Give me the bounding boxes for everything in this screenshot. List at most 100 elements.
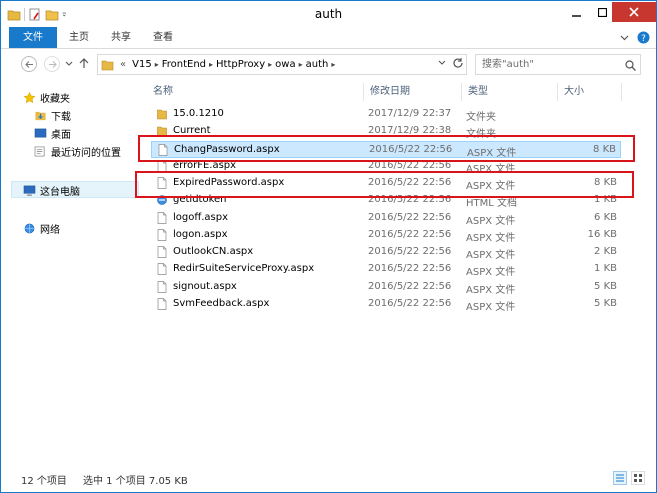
- breadcrumb-overflow[interactable]: «: [120, 59, 126, 70]
- search-input[interactable]: 搜索"auth": [475, 54, 641, 75]
- file-name: OutlookCN.aspx: [173, 246, 254, 257]
- sidebar-item-this-pc[interactable]: 这台电脑: [23, 182, 80, 198]
- minimize-icon: [572, 14, 581, 17]
- file-date: 2017/12/9 22:37: [368, 108, 452, 119]
- file-type: 文件夹: [466, 112, 496, 123]
- address-row: « V15 ▸ FrontEnd ▸ HttpProxy ▸ owa ▸ auth ▸ 搜…: [1, 49, 656, 79]
- file-name: logoff.aspx: [173, 211, 229, 223]
- address-dropdown-icon[interactable]: [438, 60, 446, 66]
- file-size: 2 KB: [594, 246, 617, 257]
- tab-share[interactable]: 共享: [101, 27, 141, 48]
- help-icon[interactable]: ?: [637, 31, 650, 44]
- file-type: ASPX 文件: [466, 267, 516, 279]
- status-selection: 选中 1 个项目 7.05 KB: [83, 476, 188, 487]
- file-row[interactable]: logoff.aspx 2016/5/22 22:56 ASPX 文件 6 KB: [151, 210, 621, 227]
- arrow-left-icon: [24, 60, 33, 68]
- file-date: 2016/5/22 22:56: [368, 280, 452, 292]
- arrow-right-icon: [48, 60, 57, 68]
- file-type: ASPX 文件: [466, 232, 516, 244]
- breadcrumb-separator-icon[interactable]: ▸: [209, 60, 213, 69]
- highlight-box-changpassword: [138, 135, 635, 162]
- tab-file[interactable]: 文件: [9, 27, 57, 48]
- back-button[interactable]: [21, 56, 37, 72]
- file-type: ASPX 文件: [466, 284, 516, 296]
- tab-home[interactable]: 主页: [59, 27, 99, 48]
- file-date: 2016/5/22 22:56: [368, 263, 452, 275]
- svg-text:?: ?: [641, 34, 646, 44]
- sidebar-item-downloads[interactable]: 下载: [34, 107, 71, 123]
- refresh-icon[interactable]: [452, 57, 464, 69]
- forward-button[interactable]: [44, 56, 60, 72]
- file-icon: [157, 297, 167, 310]
- file-date: 2016/5/22 22:56: [368, 297, 452, 309]
- breadcrumb-auth[interactable]: auth: [306, 59, 329, 70]
- details-view-icon: [616, 474, 624, 482]
- network-icon: [24, 223, 35, 233]
- sidebar-item-favorites[interactable]: 收藏夹: [23, 89, 70, 105]
- file-type: ASPX 文件: [466, 301, 516, 313]
- file-date: 2016/5/22 22:56: [368, 246, 452, 257]
- file-size: 6 KB: [594, 211, 617, 223]
- breadcrumb-separator-icon[interactable]: ▸: [268, 60, 272, 69]
- file-row[interactable]: SvmFeedback.aspx 2016/5/22 22:56 ASPX 文件 5 …: [151, 296, 621, 313]
- file-name: 15.0.1210: [173, 108, 224, 119]
- navigation-pane: 收藏夹 下载 桌面 最近访问的位置 这台电脑 网络: [1, 79, 141, 459]
- large-icons-view-button[interactable]: [631, 471, 645, 485]
- file-row[interactable]: logon.aspx 2016/5/22 22:56 ASPX 文件 16 KB: [151, 227, 621, 244]
- folder-icon: [157, 109, 167, 120]
- column-header-date[interactable]: 修改日期: [364, 83, 462, 101]
- file-row[interactable]: RedirSuiteServiceProxy.aspx 2016/5/22 22:…: [151, 261, 621, 278]
- desktop-icon: [34, 128, 47, 137]
- sidebar-item-label: 最近访问的位置: [51, 147, 121, 159]
- file-date: 2016/5/22 22:56: [368, 228, 452, 240]
- column-header-type[interactable]: 类型: [462, 83, 558, 101]
- file-icon: [157, 246, 167, 258]
- breadcrumb-owa[interactable]: owa: [275, 59, 295, 70]
- sidebar-item-label: 这台电脑: [40, 186, 80, 198]
- address-tail: [438, 57, 464, 69]
- close-button[interactable]: [612, 2, 656, 22]
- explorer-window: auth 文件 主页 共享 查看 ? « V15 ▸ FrontEnd ▸ Ht…: [0, 0, 657, 493]
- details-view-button[interactable]: [613, 471, 627, 485]
- breadcrumb-separator-icon[interactable]: ▸: [155, 60, 159, 69]
- search-icon[interactable]: [625, 60, 636, 71]
- chevron-down-icon[interactable]: [620, 33, 629, 42]
- recent-places-icon: [34, 146, 45, 156]
- download-folder-icon: [35, 111, 46, 120]
- column-header-size[interactable]: 大小: [558, 83, 622, 101]
- file-row[interactable]: 15.0.1210 2017/12/9 22:37 文件夹: [151, 106, 621, 123]
- breadcrumb-frontend[interactable]: FrontEnd: [162, 59, 206, 70]
- sidebar-item-label: 网络: [40, 224, 60, 236]
- column-header-name[interactable]: 名称: [147, 83, 364, 101]
- sidebar-item-label: 收藏夹: [40, 93, 70, 105]
- file-name: RedirSuiteServiceProxy.aspx: [173, 263, 315, 275]
- address-bar[interactable]: « V15 ▸ FrontEnd ▸ HttpProxy ▸ owa ▸ auth ▸: [97, 54, 467, 75]
- recent-locations-chevron-icon[interactable]: [65, 61, 73, 67]
- file-row[interactable]: signout.aspx 2016/5/22 22:56 ASPX 文件 5 KB: [151, 279, 621, 296]
- title-bar: auth: [1, 1, 656, 27]
- sidebar-item-label: 下载: [51, 111, 71, 123]
- sidebar-item-recent[interactable]: 最近访问的位置: [34, 143, 121, 159]
- large-icons-view-icon: [634, 474, 642, 482]
- computer-icon: [23, 185, 36, 196]
- maximize-icon: [598, 7, 607, 17]
- ribbon-tabs: 文件 主页 共享 查看 ?: [1, 27, 656, 49]
- breadcrumb-separator-icon[interactable]: ▸: [331, 60, 335, 69]
- up-arrow-icon[interactable]: [79, 58, 89, 69]
- star-icon: [23, 91, 36, 103]
- sidebar-item-network[interactable]: 网络: [23, 220, 60, 236]
- file-type: ASPX 文件: [466, 250, 516, 261]
- breadcrumb-separator-icon[interactable]: ▸: [299, 60, 303, 69]
- file-size: 5 KB: [594, 280, 617, 292]
- file-size: 5 KB: [594, 297, 617, 309]
- breadcrumb-httpproxy[interactable]: HttpProxy: [216, 59, 265, 70]
- file-icon: [157, 280, 167, 293]
- file-size: 1 KB: [594, 263, 617, 275]
- breadcrumb-v15[interactable]: V15: [132, 59, 152, 70]
- file-icon: [157, 228, 167, 241]
- tab-view[interactable]: 查看: [143, 27, 183, 48]
- minimize-button[interactable]: [564, 2, 589, 22]
- sidebar-item-desktop[interactable]: 桌面: [34, 125, 71, 141]
- file-row[interactable]: OutlookCN.aspx 2016/5/22 22:56 ASPX 文件 2 KB: [151, 244, 621, 261]
- close-icon: [629, 7, 639, 17]
